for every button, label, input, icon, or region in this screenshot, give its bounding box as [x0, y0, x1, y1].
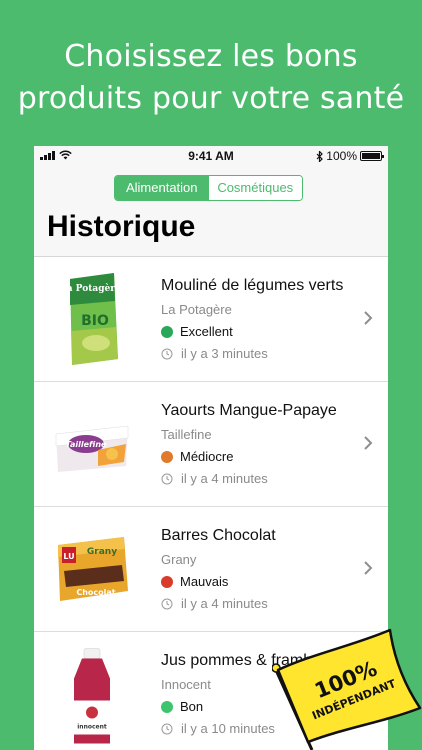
- scan-time: il y a 3 minutes: [161, 346, 268, 361]
- chevron-right-icon: [364, 561, 373, 575]
- chevron-right-icon: [364, 311, 373, 325]
- rating-dot-icon: [161, 325, 173, 338]
- rating-label: Médiocre: [180, 449, 234, 464]
- product-image: Taillefine: [55, 425, 129, 472]
- status-bar: 9:41 AM 100%: [34, 146, 388, 166]
- rating-label: Excellent: [180, 324, 233, 339]
- rating-dot-icon: [161, 700, 173, 713]
- battery-percent: 100%: [326, 149, 357, 163]
- battery-icon: [360, 151, 384, 161]
- category-segmented-control: Alimentation Cosmétiques: [114, 175, 303, 201]
- svg-text:la Potagère: la Potagère: [63, 283, 121, 294]
- product-name: Barres Chocolat: [161, 527, 276, 544]
- navigation-bar: Alimentation Cosmétiques Historique: [34, 166, 388, 257]
- bluetooth-icon: [316, 150, 324, 162]
- segment-alimentation[interactable]: Alimentation: [115, 176, 209, 200]
- list-item[interactable]: Taillefine Yaourts Mangue-Papaye Taillef…: [34, 382, 388, 507]
- independent-flag-badge: 100% INDÉPENDANT: [272, 628, 422, 750]
- scan-time: il y a 4 minutes: [161, 596, 268, 611]
- rating-dot-icon: [161, 575, 173, 588]
- status-right: 100%: [316, 149, 384, 163]
- svg-text:Taillefine: Taillefine: [66, 440, 108, 449]
- clock-icon: [161, 348, 173, 359]
- time-label: il y a 3 minutes: [181, 346, 268, 361]
- product-name: Yaourts Mangue-Papaye: [161, 402, 337, 419]
- headline-line-1: Choisissez les bons: [64, 39, 358, 74]
- rating-dot-icon: [161, 450, 173, 463]
- clock-icon: [161, 598, 173, 609]
- time-label: il y a 4 minutes: [181, 471, 268, 486]
- svg-text:innocent: innocent: [77, 724, 107, 731]
- scan-time: il y a 4 minutes: [161, 471, 268, 486]
- svg-text:BIO: BIO: [81, 313, 109, 329]
- product-brand: Grany: [161, 552, 197, 567]
- product-name: Mouliné de légumes verts: [161, 277, 344, 294]
- clock-icon: [161, 473, 173, 484]
- svg-text:LU: LU: [63, 552, 74, 561]
- product-rating: Excellent: [161, 324, 233, 339]
- clock-icon: [161, 723, 173, 734]
- product-rating: Bon: [161, 699, 203, 714]
- page-title: Historique: [47, 210, 196, 243]
- product-rating: Médiocre: [161, 449, 233, 464]
- product-image: la Potagère BIO: [63, 273, 121, 365]
- scan-time: il y a 10 minutes: [161, 721, 275, 736]
- svg-text:Chocolat: Chocolat: [76, 588, 115, 597]
- product-brand: Taillefine: [161, 427, 212, 442]
- rating-label: Mauvais: [180, 574, 229, 589]
- headline-line-2: produits pour votre santé: [17, 81, 405, 116]
- product-image: innocent: [74, 648, 110, 744]
- time-label: il y a 4 minutes: [181, 596, 268, 611]
- marketing-headline: Choisissez les bons produits pour votre …: [0, 36, 422, 120]
- product-brand: Innocent: [161, 677, 211, 692]
- svg-text:Grany: Grany: [87, 547, 117, 557]
- product-rating: Mauvais: [161, 574, 228, 589]
- time-label: il y a 10 minutes: [181, 721, 275, 736]
- product-brand: La Potagère: [161, 302, 232, 317]
- list-item[interactable]: la Potagère BIO Mouliné de légumes verts…: [34, 257, 388, 382]
- list-item[interactable]: LU Grany Chocolat Barres Chocolat Grany …: [34, 507, 388, 632]
- product-image: LU Grany Chocolat: [58, 537, 128, 601]
- chevron-right-icon: [364, 436, 373, 450]
- rating-label: Bon: [180, 699, 204, 714]
- segment-cosmetiques[interactable]: Cosmétiques: [208, 176, 302, 200]
